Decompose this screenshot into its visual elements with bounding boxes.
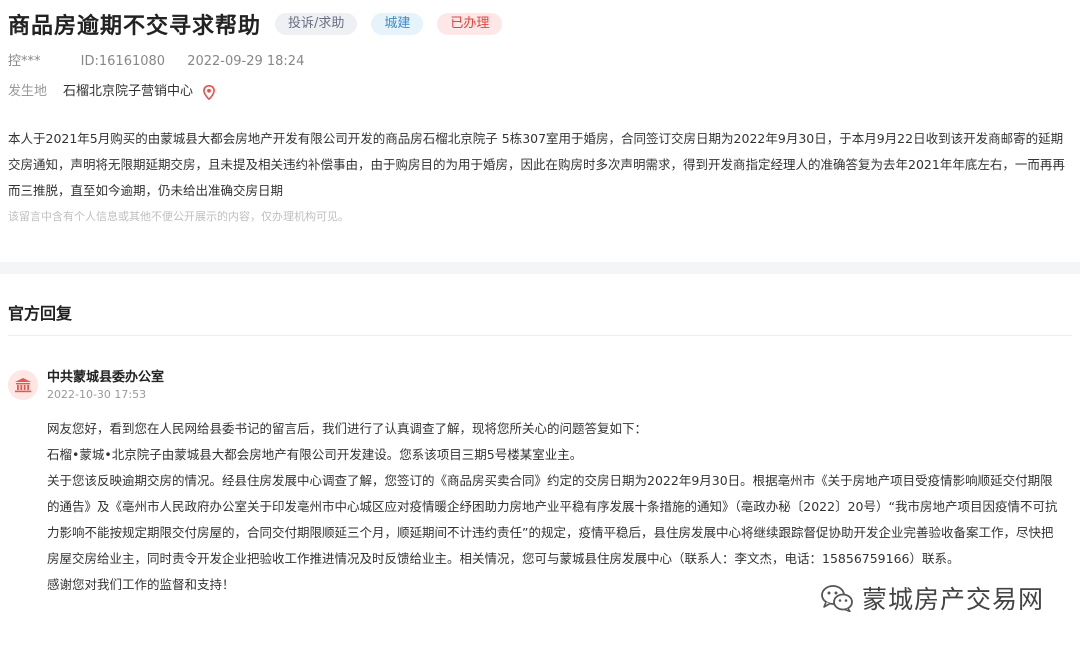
meta-row: 控*** ID:16161080 2022-09-29 18:24 [8,52,1080,72]
privacy-notice: 该留言中含有个人信息或其他不便公开展示的内容，仅办理机构可见。 [8,210,349,223]
location-row: 发生地 石榴北京院子营销中心 [8,82,1080,102]
government-building-icon [8,370,38,400]
section-divider [0,262,1080,274]
post-datetime: 2022-09-29 18:24 [187,54,305,69]
section-underline [8,335,1072,336]
post-id: ID:16161080 [80,54,166,69]
tag-category[interactable]: 投诉/求助 [275,13,358,35]
location-value: 石榴北京院子营销中心 [63,84,194,99]
watermark: 蒙城房产交易网 [820,580,1044,616]
reply-paragraph: 石榴•蒙城•北京院子由蒙城县大都会房地产有限公司开发建设。您系该项目三期5号楼某… [47,447,583,462]
org-name: 中共蒙城县委办公室 [47,370,165,385]
status-badge: 已办理 [437,13,503,35]
reply-datetime: 2022-10-30 17:53 [47,388,147,401]
map-pin-icon[interactable] [203,84,215,100]
title-row: 商品房逾期不交寻求帮助 投诉/求助 城建 已办理 [8,8,1080,40]
reply-body: 网友您好，看到您在人民网给县委书记的留言后，我们进行了认真调查了解，现将您所关心… [47,416,1063,598]
post-header: 商品房逾期不交寻求帮助 投诉/求助 城建 已办理 控*** ID:1616108… [0,0,1080,102]
reply-paragraph: 网友您好，看到您在人民网给县委书记的留言后，我们进行了认真调查了解，现将您所关心… [47,421,648,436]
message-body: 本人于2021年5月购买的由蒙城县大都会房地产开发有限公司开发的商品房石榴北京院… [8,131,1065,198]
tag-field[interactable]: 城建 [371,13,424,35]
page-title: 商品房逾期不交寻求帮助 [8,14,262,39]
location-label: 发生地 [8,84,48,99]
reply-paragraph: 关于您该反映逾期交房的情况。经县住房发展中心调查了解，您签订的《商品房买卖合同》… [47,473,1058,566]
official-reply-title: 官方回复 [8,304,73,323]
wechat-icon [821,585,853,612]
watermark-text: 蒙城房产交易网 [862,585,1045,614]
author-name: 控*** [8,54,41,69]
